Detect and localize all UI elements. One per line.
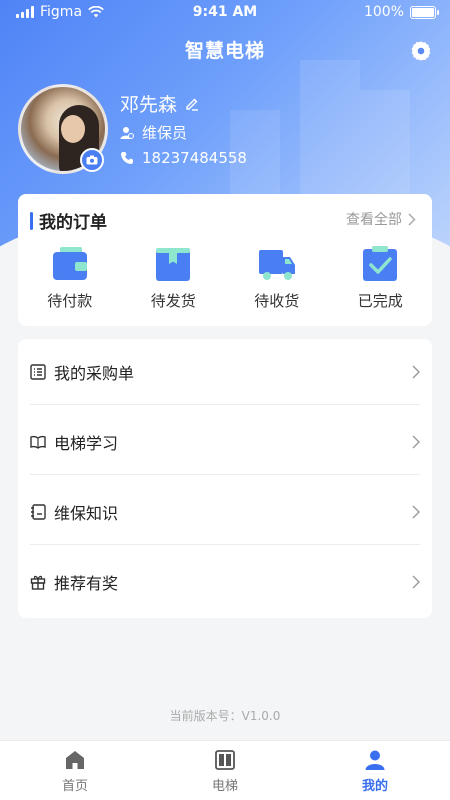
- app-version: 当前版本号：V1.0.0: [169, 709, 281, 723]
- order-pending-payment[interactable]: 待付款: [18, 244, 122, 311]
- wallet-icon: [52, 247, 87, 280]
- order-completed[interactable]: 已完成: [329, 244, 433, 311]
- chevron-right-icon: [412, 365, 420, 378]
- user-name: 邓先森: [120, 94, 178, 116]
- elevator-icon: [215, 750, 235, 770]
- orders-title: 我的订单: [39, 213, 107, 233]
- menu-item-purchase-orders[interactable]: 我的采购单: [30, 339, 420, 405]
- gear-icon[interactable]: [410, 40, 432, 62]
- notebook-icon: [31, 503, 46, 520]
- gift-icon: [30, 575, 46, 590]
- view-all-orders-link[interactable]: 查看全部: [346, 209, 416, 229]
- home-icon: [66, 751, 84, 769]
- status-bar: Figma 9:41 AM 100%: [0, 0, 450, 26]
- tab-mine[interactable]: 我的: [300, 741, 450, 800]
- chevron-right-icon: [408, 212, 416, 226]
- user-phone: 18237484558: [142, 149, 247, 167]
- list-icon: [30, 363, 46, 380]
- bottom-tab-bar: 首页 电梯 我的: [0, 740, 450, 800]
- user-phone-row: 18237484558: [120, 149, 247, 167]
- clipboard-check-icon: [363, 246, 398, 281]
- menu-item-referral-rewards[interactable]: 推荐有奖: [30, 549, 420, 615]
- orders-heading: 我的订单: [30, 208, 107, 233]
- user-role-row: 维保员: [120, 122, 187, 143]
- truck-icon: [258, 250, 295, 280]
- menu-item-elevator-learning[interactable]: 电梯学习: [30, 409, 420, 475]
- camera-icon[interactable]: [80, 148, 104, 172]
- tab-home[interactable]: 首页: [0, 741, 150, 800]
- battery-icon: [410, 5, 439, 19]
- order-pending-receipt[interactable]: 待收货: [225, 244, 329, 311]
- chevron-right-icon: [412, 435, 420, 448]
- book-icon: [30, 435, 46, 449]
- chevron-right-icon: [412, 575, 420, 589]
- user-badge-icon: [120, 126, 134, 139]
- phone-icon: [121, 152, 133, 164]
- tab-elevator[interactable]: 电梯: [150, 741, 300, 800]
- chevron-right-icon: [412, 505, 420, 518]
- edit-icon[interactable]: [185, 97, 199, 111]
- my-orders-card: 我的订单 查看全部 待付款 待发货 待收货 已完成: [18, 194, 432, 326]
- settings-menu: 我的采购单 电梯学习 维保知识 推荐有奖: [18, 339, 432, 618]
- user-role: 维保员: [142, 124, 188, 142]
- user-name-row: 邓先森: [120, 90, 199, 117]
- user-icon: [365, 750, 385, 770]
- box-icon: [156, 248, 191, 281]
- battery-percent: 100%: [363, 4, 404, 20]
- view-all-label: 查看全部: [346, 212, 402, 228]
- order-pending-shipment[interactable]: 待发货: [122, 244, 226, 311]
- page-title: 智慧电梯: [184, 40, 265, 62]
- menu-item-maintenance-knowledge[interactable]: 维保知识: [30, 479, 420, 545]
